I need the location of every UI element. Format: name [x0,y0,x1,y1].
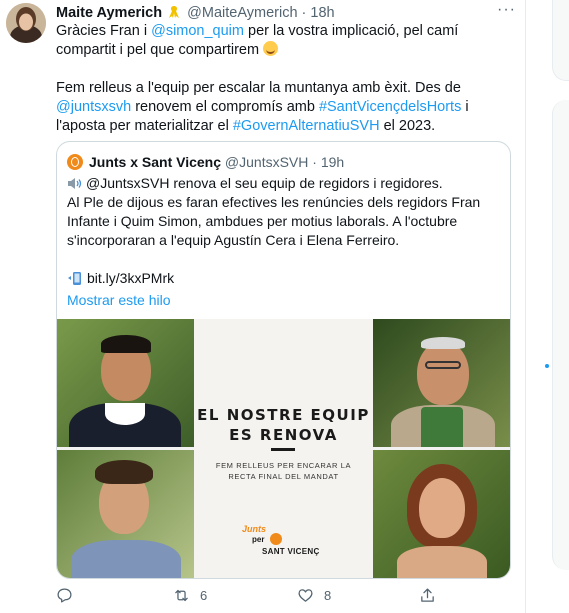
speaker-icon [68,178,82,189]
tweet-time[interactable]: 18h [310,5,334,21]
photo-member-4 [373,450,510,578]
quote-time[interactable]: 19h [321,154,344,170]
like-button[interactable]: 8 [297,584,331,606]
reply-button[interactable] [56,584,83,606]
author-avatar[interactable] [6,3,46,43]
phone-icon [68,272,81,285]
quote-line: Al Ple de dijous es faran efectives les … [67,194,481,248]
mention-link[interactable]: @simon_quim [151,23,244,39]
mention-link[interactable]: @juntsxsvh [56,99,131,115]
tweet-text: Gràcies Fran i @simon_quim per la vostra… [56,22,501,136]
photo-member-1 [57,319,194,447]
tweet-actions: 6 8 [56,584,456,606]
quote-text: @JuntsxSVH renova el seu equip de regido… [67,174,497,310]
photo-member-2 [57,450,194,578]
logo-per-text: per [252,535,265,544]
hashtag-link[interactable]: #SantVicençdelsHorts [319,99,461,115]
graphic-title: EL NOSTRE EQUIP ES RENOVA [197,406,370,444]
smile-emoji-icon [263,41,279,56]
retweet-button[interactable]: 6 [173,584,207,606]
quote-author-avatar[interactable] [67,154,83,170]
text-segment: renovem el compromís amb [131,99,319,115]
campaign-graphic: EL NOSTRE EQUIP ES RENOVA FEM RELLEUS PE… [194,319,373,578]
photo-member-3 [373,319,510,447]
quote-image[interactable]: EL NOSTRE EQUIP ES RENOVA FEM RELLEUS PE… [57,319,510,578]
title-underline [271,448,295,451]
quote-header: Junts x Sant Vicenç @JuntsxSVH · 19h [89,153,344,171]
show-thread-link[interactable]: Mostrar este hilo [67,292,170,308]
short-link[interactable]: bit.ly/3kxPMrk [87,270,174,286]
hashtag-link[interactable]: #GovernAlternatiuSVH [233,118,380,134]
sidebar-indicator-dot [545,364,549,368]
logo-place-text: SANT VICENÇ [262,547,320,556]
sidebar-card [552,100,569,570]
quote-line: @JuntsxSVH renova el seu equip de regido… [86,175,443,191]
party-logo-icon [270,533,282,545]
quoted-tweet[interactable]: Junts x Sant Vicenç @JuntsxSVH · 19h @Ju… [56,141,511,579]
tweet-header: Maite Aymerich @MaiteAymerich · 18h [56,3,335,23]
reply-icon [57,587,72,603]
dot-separator: · [301,5,307,21]
quote-author-name[interactable]: Junts x Sant Vicenç [89,154,221,170]
dot-separator: · [312,154,317,170]
author-handle[interactable]: @MaiteAymerich [187,5,297,21]
graphic-subtitle: FEM RELLEUS PER ENCARAR LA RECTA FINAL D… [215,461,352,481]
share-icon [421,587,434,602]
text-segment: Gràcies Fran i [56,23,152,39]
like-icon [298,588,313,602]
logo-junts-text: Junts [242,524,267,534]
retweet-icon [175,589,188,601]
sidebar-card-top [552,0,569,81]
more-icon[interactable]: ··· [497,1,516,19]
quote-author-handle[interactable]: @JuntsxSVH [225,154,308,170]
author-name[interactable]: Maite Aymerich [56,5,162,21]
like-count: 8 [324,587,332,603]
ribbon-icon [169,6,180,18]
text-segment: Fem relleus a l'equip per escalar la mun… [56,80,461,96]
retweet-count: 6 [200,587,208,603]
text-segment: el 2023. [379,118,436,134]
share-button[interactable] [419,584,436,606]
